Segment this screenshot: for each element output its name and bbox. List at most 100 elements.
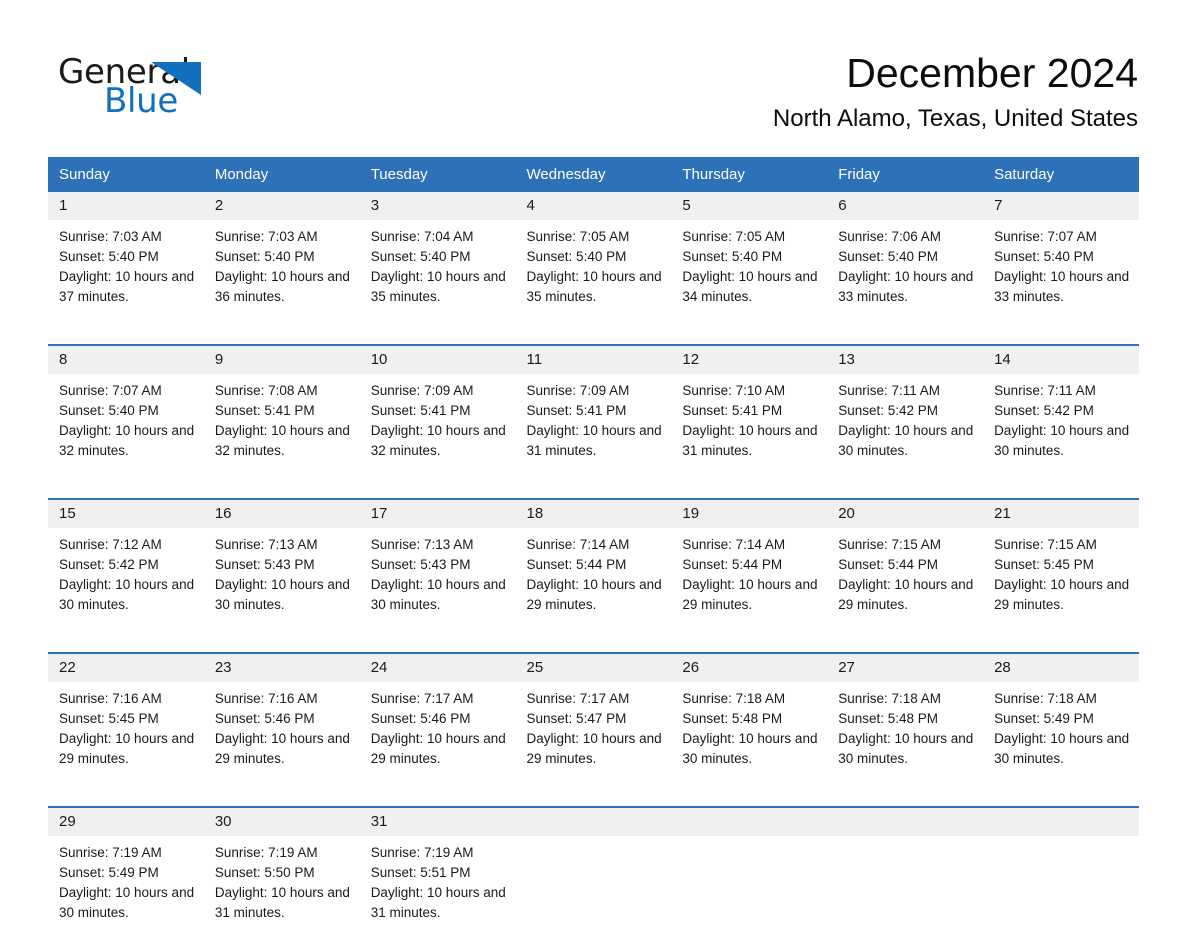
- sunrise-text: Sunrise: 7:08 AM: [214, 383, 318, 398]
- day-number[interactable]: 24: [359, 654, 516, 682]
- day-number[interactable]: 8: [48, 346, 204, 374]
- day-cell[interactable]: Sunrise: 7:15 AM Sunset: 5:45 PM Dayligh…: [983, 528, 1139, 633]
- sunset-text: Sunset: 5:40 PM: [994, 249, 1094, 264]
- day-cell-empty: [827, 836, 984, 941]
- day-number[interactable]: 31: [359, 808, 516, 836]
- day-number[interactable]: 28: [983, 654, 1139, 682]
- day-number[interactable]: 7: [983, 192, 1139, 220]
- sunset-text: Sunset: 5:47 PM: [526, 711, 627, 726]
- daylight-text: Daylight: 10 hours and 35 minutes.: [526, 269, 662, 304]
- day-cell[interactable]: Sunrise: 7:19 AM Sunset: 5:49 PM Dayligh…: [48, 836, 204, 941]
- daylight-text: Daylight: 10 hours and 32 minutes.: [214, 423, 350, 458]
- brand-logo[interactable]: General Blue: [58, 52, 288, 122]
- sunrise-text: Sunrise: 7:14 AM: [682, 537, 786, 552]
- sunset-text: Sunset: 5:42 PM: [994, 403, 1094, 418]
- weekday-header-thursday: Thursday: [671, 157, 828, 192]
- day-cell[interactable]: Sunrise: 7:19 AM Sunset: 5:50 PM Dayligh…: [203, 836, 360, 941]
- day-cell[interactable]: Sunrise: 7:06 AM Sunset: 5:40 PM Dayligh…: [827, 220, 984, 325]
- sunset-text: Sunset: 5:48 PM: [838, 711, 939, 726]
- day-number[interactable]: 4: [515, 192, 672, 220]
- week-row: Sunrise: 7:07 AM Sunset: 5:40 PM Dayligh…: [48, 374, 1139, 479]
- day-number[interactable]: 16: [203, 500, 360, 528]
- daylight-text: Daylight: 10 hours and 30 minutes.: [214, 577, 350, 612]
- day-cell[interactable]: Sunrise: 7:05 AM Sunset: 5:40 PM Dayligh…: [671, 220, 828, 325]
- day-cell[interactable]: Sunrise: 7:16 AM Sunset: 5:45 PM Dayligh…: [48, 682, 204, 787]
- daylight-text: Daylight: 10 hours and 29 minutes.: [838, 577, 974, 612]
- day-number[interactable]: 26: [671, 654, 828, 682]
- day-number[interactable]: 21: [983, 500, 1139, 528]
- sunset-text: Sunset: 5:49 PM: [994, 711, 1094, 726]
- day-number[interactable]: 15: [48, 500, 204, 528]
- day-cell[interactable]: Sunrise: 7:14 AM Sunset: 5:44 PM Dayligh…: [515, 528, 672, 633]
- day-number[interactable]: 9: [203, 346, 360, 374]
- day-cell[interactable]: Sunrise: 7:03 AM Sunset: 5:40 PM Dayligh…: [203, 220, 360, 325]
- daylight-text: Daylight: 10 hours and 30 minutes.: [59, 885, 195, 920]
- day-cell[interactable]: Sunrise: 7:08 AM Sunset: 5:41 PM Dayligh…: [203, 374, 360, 479]
- day-number[interactable]: 12: [671, 346, 828, 374]
- day-cell[interactable]: Sunrise: 7:17 AM Sunset: 5:47 PM Dayligh…: [515, 682, 672, 787]
- day-cell[interactable]: Sunrise: 7:10 AM Sunset: 5:41 PM Dayligh…: [671, 374, 828, 479]
- day-cell[interactable]: Sunrise: 7:15 AM Sunset: 5:44 PM Dayligh…: [827, 528, 984, 633]
- week-gap: [48, 479, 1139, 498]
- weekday-header-sunday: Sunday: [48, 157, 204, 192]
- day-cell[interactable]: Sunrise: 7:09 AM Sunset: 5:41 PM Dayligh…: [359, 374, 516, 479]
- day-cell[interactable]: Sunrise: 7:17 AM Sunset: 5:46 PM Dayligh…: [359, 682, 516, 787]
- day-number[interactable]: 14: [983, 346, 1139, 374]
- day-cell[interactable]: Sunrise: 7:11 AM Sunset: 5:42 PM Dayligh…: [983, 374, 1139, 479]
- day-cell[interactable]: Sunrise: 7:13 AM Sunset: 5:43 PM Dayligh…: [203, 528, 360, 633]
- daylight-text: Daylight: 10 hours and 30 minutes.: [59, 577, 195, 612]
- daylight-text: Daylight: 10 hours and 31 minutes.: [370, 885, 506, 920]
- day-number[interactable]: 13: [827, 346, 984, 374]
- day-cell[interactable]: Sunrise: 7:11 AM Sunset: 5:42 PM Dayligh…: [827, 374, 984, 479]
- day-number[interactable]: 11: [515, 346, 672, 374]
- day-cell[interactable]: Sunrise: 7:04 AM Sunset: 5:40 PM Dayligh…: [359, 220, 516, 325]
- day-cell[interactable]: Sunrise: 7:07 AM Sunset: 5:40 PM Dayligh…: [48, 374, 204, 479]
- sunset-text: Sunset: 5:41 PM: [682, 403, 783, 418]
- week-gap: [48, 787, 1139, 806]
- day-number[interactable]: 18: [515, 500, 672, 528]
- sunset-text: Sunset: 5:40 PM: [838, 249, 939, 264]
- day-number[interactable]: 25: [515, 654, 672, 682]
- day-number[interactable]: 5: [671, 192, 828, 220]
- day-number[interactable]: 10: [359, 346, 516, 374]
- day-cell[interactable]: Sunrise: 7:18 AM Sunset: 5:49 PM Dayligh…: [983, 682, 1139, 787]
- week-gap: [48, 633, 1139, 652]
- daylight-text: Daylight: 10 hours and 31 minutes.: [214, 885, 350, 920]
- day-number[interactable]: 23: [203, 654, 360, 682]
- day-number[interactable]: 1: [48, 192, 204, 220]
- day-cell[interactable]: Sunrise: 7:07 AM Sunset: 5:40 PM Dayligh…: [983, 220, 1139, 325]
- sunrise-text: Sunrise: 7:15 AM: [994, 537, 1097, 552]
- day-cell[interactable]: Sunrise: 7:03 AM Sunset: 5:40 PM Dayligh…: [48, 220, 204, 325]
- day-cell[interactable]: Sunrise: 7:09 AM Sunset: 5:41 PM Dayligh…: [515, 374, 672, 479]
- day-number-row: 15 16 17 18 19 20 21: [48, 500, 1139, 528]
- day-cell[interactable]: Sunrise: 7:16 AM Sunset: 5:46 PM Dayligh…: [203, 682, 360, 787]
- day-number[interactable]: 22: [48, 654, 204, 682]
- day-number[interactable]: 6: [827, 192, 984, 220]
- sunrise-text: Sunrise: 7:04 AM: [370, 229, 474, 244]
- daylight-text: Daylight: 10 hours and 31 minutes.: [526, 423, 662, 458]
- day-cell[interactable]: Sunrise: 7:18 AM Sunset: 5:48 PM Dayligh…: [671, 682, 828, 787]
- day-cell[interactable]: Sunrise: 7:18 AM Sunset: 5:48 PM Dayligh…: [827, 682, 984, 787]
- day-number[interactable]: 27: [827, 654, 984, 682]
- day-number-row: 29 30 31: [48, 808, 1139, 836]
- day-cell[interactable]: Sunrise: 7:13 AM Sunset: 5:43 PM Dayligh…: [359, 528, 516, 633]
- day-cell[interactable]: Sunrise: 7:14 AM Sunset: 5:44 PM Dayligh…: [671, 528, 828, 633]
- daylight-text: Daylight: 10 hours and 35 minutes.: [370, 269, 506, 304]
- weekday-header-monday: Monday: [203, 157, 360, 192]
- day-number[interactable]: 29: [48, 808, 204, 836]
- day-number[interactable]: 17: [359, 500, 516, 528]
- weekday-header-row: Sunday Monday Tuesday Wednesday Thursday…: [48, 157, 1139, 192]
- day-number[interactable]: 30: [203, 808, 360, 836]
- week-row: Sunrise: 7:19 AM Sunset: 5:49 PM Dayligh…: [48, 836, 1139, 941]
- sunset-text: Sunset: 5:49 PM: [59, 865, 159, 880]
- sunset-text: Sunset: 5:45 PM: [994, 557, 1094, 572]
- day-number[interactable]: 3: [359, 192, 516, 220]
- sunrise-text: Sunrise: 7:18 AM: [838, 691, 942, 706]
- day-number[interactable]: 20: [827, 500, 984, 528]
- day-cell[interactable]: Sunrise: 7:12 AM Sunset: 5:42 PM Dayligh…: [48, 528, 204, 633]
- day-cell[interactable]: Sunrise: 7:19 AM Sunset: 5:51 PM Dayligh…: [359, 836, 516, 941]
- day-cell[interactable]: Sunrise: 7:05 AM Sunset: 5:40 PM Dayligh…: [515, 220, 672, 325]
- sunset-text: Sunset: 5:42 PM: [838, 403, 939, 418]
- day-number[interactable]: 19: [671, 500, 828, 528]
- day-number[interactable]: 2: [203, 192, 360, 220]
